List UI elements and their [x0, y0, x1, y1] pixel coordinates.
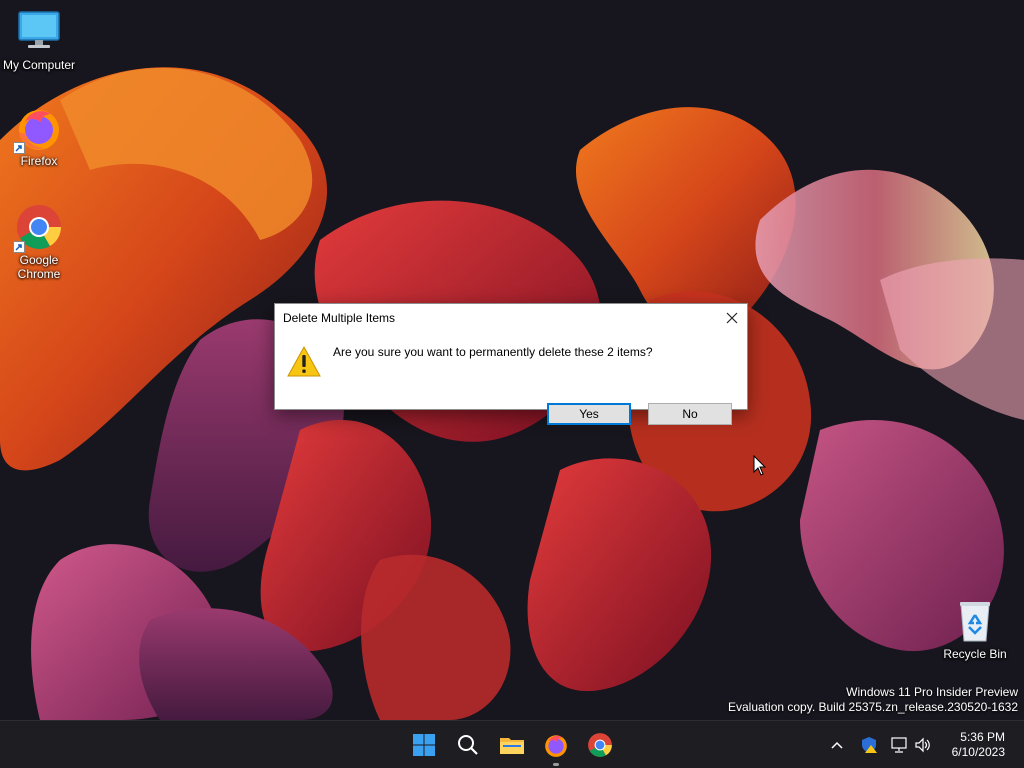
- search-icon: [458, 735, 478, 755]
- warning-icon: [287, 345, 321, 377]
- dialog-body: Are you sure you want to permanently del…: [275, 332, 747, 425]
- taskbar-chrome-button[interactable]: [583, 728, 617, 762]
- recycle-bin-icon: [951, 597, 999, 645]
- show-hidden-icons-button[interactable]: [827, 735, 847, 755]
- close-button[interactable]: [717, 304, 747, 332]
- os-build-watermark: Windows 11 Pro Insider Preview Evaluatio…: [728, 685, 1018, 715]
- watermark-line-1: Windows 11 Pro Insider Preview: [846, 685, 1018, 699]
- start-button[interactable]: [407, 728, 441, 762]
- no-button[interactable]: No: [648, 403, 732, 425]
- security-icon: [862, 737, 877, 753]
- network-tray-button[interactable]: [889, 735, 909, 755]
- chevron-up-icon: [831, 741, 843, 749]
- desktop-icon-recycle-bin[interactable]: Recycle Bin: [936, 597, 1014, 661]
- desktop-icon-label: My Computer: [2, 58, 76, 72]
- firefox-icon: [13, 104, 63, 154]
- shortcut-arrow-icon: [13, 241, 25, 253]
- search-button[interactable]: [451, 728, 485, 762]
- mouse-cursor-icon: [753, 455, 767, 476]
- firefox-icon: [545, 735, 567, 757]
- dialog-message: Are you sure you want to permanently del…: [333, 345, 653, 359]
- watermark-line-2: Evaluation copy. Build 25375.zn_release.…: [728, 700, 1018, 714]
- clock[interactable]: 5:36 PM 6/10/2023: [952, 730, 1005, 760]
- desktop-icon-label: Google Chrome: [17, 253, 61, 281]
- clock-date: 6/10/2023: [951, 745, 1005, 759]
- delete-confirmation-dialog: Delete Multiple Items Are you sure you w…: [274, 303, 748, 425]
- monitor-icon: [15, 8, 63, 56]
- yes-button[interactable]: Yes: [547, 403, 631, 425]
- desktop: My Computer Firefox Google Chrome Recycl…: [0, 0, 1024, 720]
- start-icon: [413, 734, 435, 756]
- running-indicator: [553, 763, 559, 766]
- taskbar: 5:36 PM 6/10/2023: [0, 720, 1024, 768]
- clock-time: 5:36 PM: [960, 730, 1005, 744]
- desktop-icon-firefox[interactable]: Firefox: [0, 104, 78, 168]
- chrome-icon: [13, 203, 63, 253]
- chrome-icon: [588, 733, 612, 757]
- desktop-icon-my-computer[interactable]: My Computer: [0, 8, 78, 72]
- taskbar-firefox-button[interactable]: [539, 728, 573, 766]
- volume-icon: [915, 737, 930, 753]
- dialog-titlebar[interactable]: Delete Multiple Items: [275, 304, 747, 332]
- close-icon: [726, 312, 738, 324]
- file-explorer-button[interactable]: [495, 728, 529, 762]
- file-explorer-icon: [500, 738, 524, 754]
- desktop-icon-label: Recycle Bin: [943, 647, 1007, 661]
- network-icon: [891, 737, 907, 753]
- desktop-icon-label: Firefox: [20, 154, 58, 168]
- dialog-title: Delete Multiple Items: [283, 311, 396, 325]
- security-tray-button[interactable]: [859, 735, 879, 755]
- desktop-icon-google-chrome[interactable]: Google Chrome: [0, 203, 78, 281]
- shortcut-arrow-icon: [13, 142, 25, 154]
- volume-tray-button[interactable]: [913, 735, 933, 755]
